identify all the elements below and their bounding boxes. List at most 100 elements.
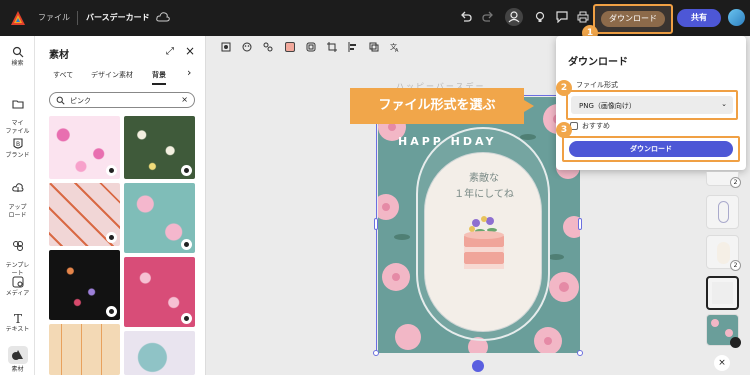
page-thumbnail[interactable]: 2 xyxy=(706,235,741,271)
arch-frame-inner[interactable]: 素敵な １年にしてね xyxy=(424,152,542,332)
recommended-option[interactable]: おすすめ xyxy=(570,121,610,131)
page-thumbnail[interactable] xyxy=(706,195,739,229)
left-rail: 検索 マイ ファイル B ブランド アップ ロード テンプレ ート メディア T… xyxy=(0,36,35,375)
align-icon[interactable] xyxy=(348,42,358,52)
birthday-arc-text[interactable]: HAPP HDAY xyxy=(398,135,496,148)
assets-icon xyxy=(11,350,23,360)
asset-thumbnail[interactable] xyxy=(49,183,120,246)
svg-text:B: B xyxy=(16,141,20,148)
top-bar: ファイル バースデーカード ダウンロード 共有 xyxy=(0,0,750,36)
file-format-select[interactable]: PNG（画像向け） ⌄ xyxy=(571,96,733,114)
shapes-icon[interactable] xyxy=(263,42,273,52)
upload-icon xyxy=(11,183,23,192)
asset-thumbnail[interactable] xyxy=(49,324,120,375)
rail-item-media[interactable]: メディア xyxy=(0,276,35,298)
share-button[interactable]: 共有 xyxy=(677,9,721,27)
comment-icon[interactable] xyxy=(556,11,568,23)
card-message-line-1[interactable]: 素敵な xyxy=(425,169,543,184)
rail-item-upload[interactable]: アップ ロード xyxy=(0,174,35,220)
resize-handle[interactable] xyxy=(577,350,583,356)
resize-handle[interactable] xyxy=(373,350,379,356)
undo-icon[interactable] xyxy=(460,11,472,23)
close-pages-button[interactable]: × xyxy=(714,355,730,371)
rail-item-search[interactable]: 検索 xyxy=(0,46,35,68)
rail-item-brand[interactable]: B ブランド xyxy=(0,138,35,160)
download-button[interactable]: ダウンロード xyxy=(601,11,665,27)
page-thumbnail[interactable]: 2 xyxy=(706,172,741,188)
chevron-right-icon[interactable]: › xyxy=(187,66,191,79)
asset-thumbnail[interactable] xyxy=(124,257,195,327)
crop-icon[interactable] xyxy=(327,42,337,52)
close-icon[interactable]: × xyxy=(185,44,195,58)
panel-title: 素材 xyxy=(49,50,69,61)
expand-icon[interactable]: ⤢ xyxy=(166,46,174,57)
rail-item-template[interactable]: テンプレ ート xyxy=(0,232,35,278)
asset-thumbnail[interactable] xyxy=(124,116,195,179)
rail-label: テキスト xyxy=(5,326,30,333)
palette-icon[interactable] xyxy=(242,42,252,52)
active-indicator xyxy=(7,346,28,364)
asset-thumbnail[interactable] xyxy=(124,331,195,375)
search-input[interactable]: ピンク xyxy=(70,96,91,106)
rail-label: メディア xyxy=(5,290,30,297)
search-field[interactable]: ピンク × xyxy=(49,92,195,108)
card-background[interactable]: 素敵な １年にしてね HAPP HDAY xyxy=(378,97,580,353)
file-format-value: PNG（画像向け） xyxy=(579,102,636,110)
cake-illustration[interactable] xyxy=(454,213,514,293)
page-preview-shape xyxy=(712,282,733,304)
frame-icon[interactable] xyxy=(221,42,231,52)
card-message-line-2[interactable]: １年にしてね xyxy=(425,185,543,200)
clear-icon[interactable]: × xyxy=(181,95,188,104)
cloud-icon[interactable] xyxy=(156,11,170,23)
page-thumbnail-selected[interactable] xyxy=(706,276,739,310)
resize-handle[interactable] xyxy=(374,218,378,230)
card-artboard[interactable]: 素敵な １年にしてね HAPP HDAY xyxy=(373,92,583,356)
svg-text:T: T xyxy=(14,312,22,324)
context-toolbar: 文A xyxy=(209,36,399,56)
download-confirm-button[interactable]: ダウンロード xyxy=(569,141,733,157)
asset-thumbnail[interactable] xyxy=(124,183,195,253)
premium-badge-icon xyxy=(181,313,192,324)
step-badge-2: 2 xyxy=(556,80,572,96)
color-swatch[interactable] xyxy=(285,42,295,52)
document-title[interactable]: バースデーカード xyxy=(86,12,150,23)
file-format-label: ファイル形式 xyxy=(576,81,618,89)
rotate-handle-icon[interactable] xyxy=(472,360,484,372)
divider xyxy=(77,11,78,25)
translate-icon[interactable]: 文A xyxy=(390,42,400,52)
tab-design-assets[interactable]: デザイン素材 xyxy=(91,70,133,80)
download-button-highlight: ダウンロード xyxy=(593,4,673,34)
page-thumbnail[interactable] xyxy=(706,314,741,348)
asset-thumbnail[interactable] xyxy=(49,116,120,179)
app-logo-icon[interactable] xyxy=(10,10,26,26)
step-badge-3: 3 xyxy=(556,122,572,138)
file-menu[interactable]: ファイル xyxy=(38,12,70,23)
media-icon xyxy=(12,276,23,288)
rail-label: マイ ファイル xyxy=(5,120,30,135)
print-icon[interactable] xyxy=(577,11,589,23)
invite-button[interactable] xyxy=(505,8,523,26)
premium-badge-icon xyxy=(181,239,192,250)
popover-title: ダウンロード xyxy=(568,57,628,68)
border-icon[interactable] xyxy=(306,42,316,52)
lightbulb-icon[interactable] xyxy=(534,11,546,23)
person-icon xyxy=(508,11,520,23)
recommended-label: おすすめ xyxy=(582,122,610,130)
rail-label: 検索 xyxy=(11,60,24,67)
layers-icon[interactable] xyxy=(369,42,379,52)
text-icon: T xyxy=(14,312,22,324)
download-action-highlight: ダウンロード xyxy=(562,136,740,162)
page-count-badge: 2 xyxy=(730,177,741,188)
search-icon xyxy=(56,96,65,105)
file-format-highlight: PNG（画像向け） ⌄ xyxy=(566,90,738,120)
premium-badge-icon xyxy=(181,165,192,176)
redo-icon[interactable] xyxy=(482,11,494,23)
resize-handle[interactable] xyxy=(578,218,582,230)
rail-item-my-files[interactable]: マイ ファイル xyxy=(0,90,35,136)
avatar[interactable] xyxy=(728,9,745,26)
tab-all[interactable]: すべて xyxy=(53,70,73,80)
asset-thumbnail[interactable] xyxy=(49,250,120,320)
tab-backgrounds[interactable]: 背景 xyxy=(152,70,166,85)
rail-item-text[interactable]: T テキスト xyxy=(0,312,35,334)
rail-item-assets[interactable]: 素材 xyxy=(0,346,35,374)
